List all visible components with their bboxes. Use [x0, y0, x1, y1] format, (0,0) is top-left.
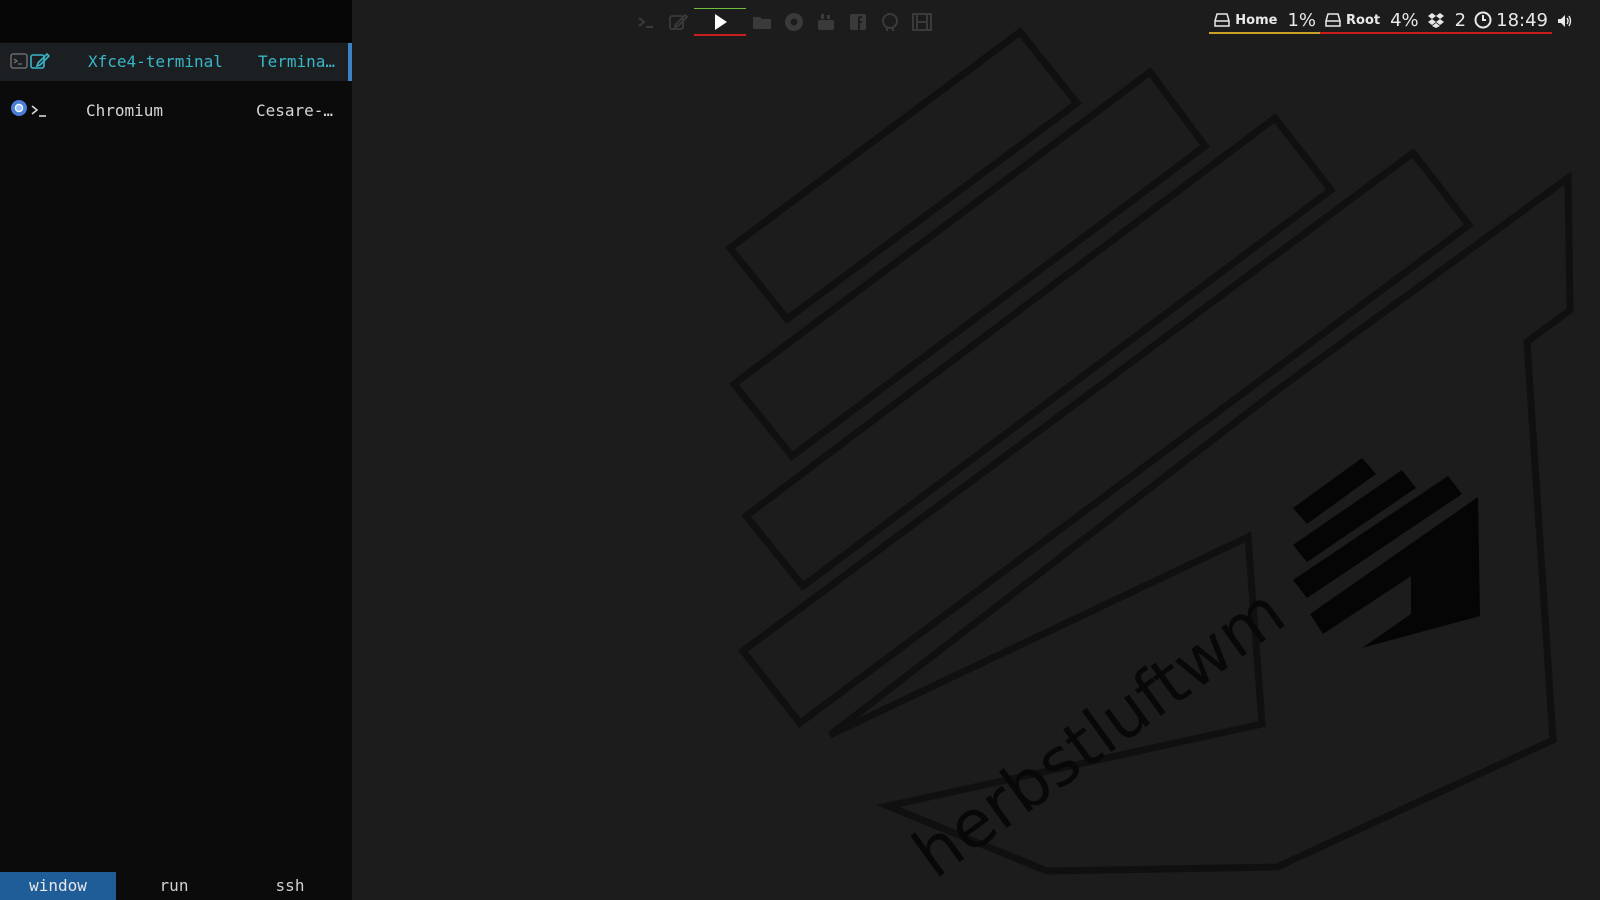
- facebook-icon: [850, 14, 866, 30]
- root-label: Root: [1346, 12, 1381, 28]
- hard-drive-icon: [1325, 13, 1341, 27]
- status-bar: Home 1% Root 4% 2 18:49: [1209, 8, 1578, 34]
- dock-files[interactable]: [746, 8, 778, 36]
- home-usage-value: 1%: [1287, 9, 1317, 31]
- prompt-icon: [31, 105, 46, 117]
- dock-video[interactable]: [906, 8, 938, 36]
- mode-window-button[interactable]: window: [0, 872, 116, 900]
- folder-icon: [753, 17, 771, 29]
- dock-facebook[interactable]: [842, 8, 874, 36]
- app-dock: [630, 8, 938, 36]
- launcher-row-xfce4-terminal[interactable]: Xfce4-terminal Termina…: [0, 43, 352, 81]
- hard-drive-icon: [1214, 13, 1231, 27]
- edit-icon: [669, 13, 688, 30]
- dropbox-status[interactable]: 2: [1422, 8, 1471, 34]
- dock-terminal[interactable]: [630, 8, 662, 36]
- launcher-mode-bar: window run ssh: [0, 872, 352, 900]
- chrome-icon: [785, 13, 803, 31]
- dropbox-count: 2: [1454, 9, 1467, 31]
- volume-control[interactable]: [1552, 9, 1578, 33]
- play-icon: [715, 13, 727, 30]
- root-disk-usage[interactable]: Root 4%: [1320, 8, 1423, 34]
- clock-time: 18:49: [1496, 9, 1548, 31]
- launcher-row-chromium[interactable]: Chromium Cesare-…: [0, 92, 352, 130]
- dock-github[interactable]: [874, 8, 906, 36]
- launcher-input-area[interactable]: [0, 0, 352, 42]
- launcher-row-title: Termina…: [258, 52, 336, 71]
- film-icon: [912, 13, 932, 31]
- dock-chrome[interactable]: [778, 8, 810, 36]
- home-disk-usage[interactable]: Home 1%: [1209, 8, 1321, 34]
- launcher-row-app: Xfce4-terminal: [88, 52, 223, 71]
- home-label: Home: [1235, 12, 1278, 28]
- launcher-row-app: Chromium: [86, 101, 164, 120]
- edit-icon: [30, 52, 50, 69]
- window-switcher-panel: Xfce4-terminal Termina… Chromium Cesare-…: [0, 0, 352, 900]
- terminal-icon: [638, 17, 653, 28]
- youtube-icon: [818, 14, 834, 30]
- dock-media-player[interactable]: [694, 8, 746, 36]
- terminal-icon: [10, 53, 28, 69]
- clock[interactable]: 18:49: [1470, 8, 1552, 34]
- github-icon: [882, 13, 898, 31]
- dock-youtube[interactable]: [810, 8, 842, 36]
- volume-icon: [1558, 15, 1572, 27]
- dock-editor[interactable]: [662, 8, 694, 36]
- launcher-row-title: Cesare-…: [256, 101, 334, 120]
- mode-run-button[interactable]: run: [116, 872, 232, 900]
- root-usage-value: 4%: [1390, 9, 1419, 31]
- clock-icon: [1474, 11, 1492, 29]
- mode-ssh-button[interactable]: ssh: [232, 872, 348, 900]
- wallpaper-logo-text: herbstluftwm: [899, 573, 1299, 893]
- dropbox-icon: [1427, 13, 1444, 28]
- chromium-icon: [11, 100, 27, 116]
